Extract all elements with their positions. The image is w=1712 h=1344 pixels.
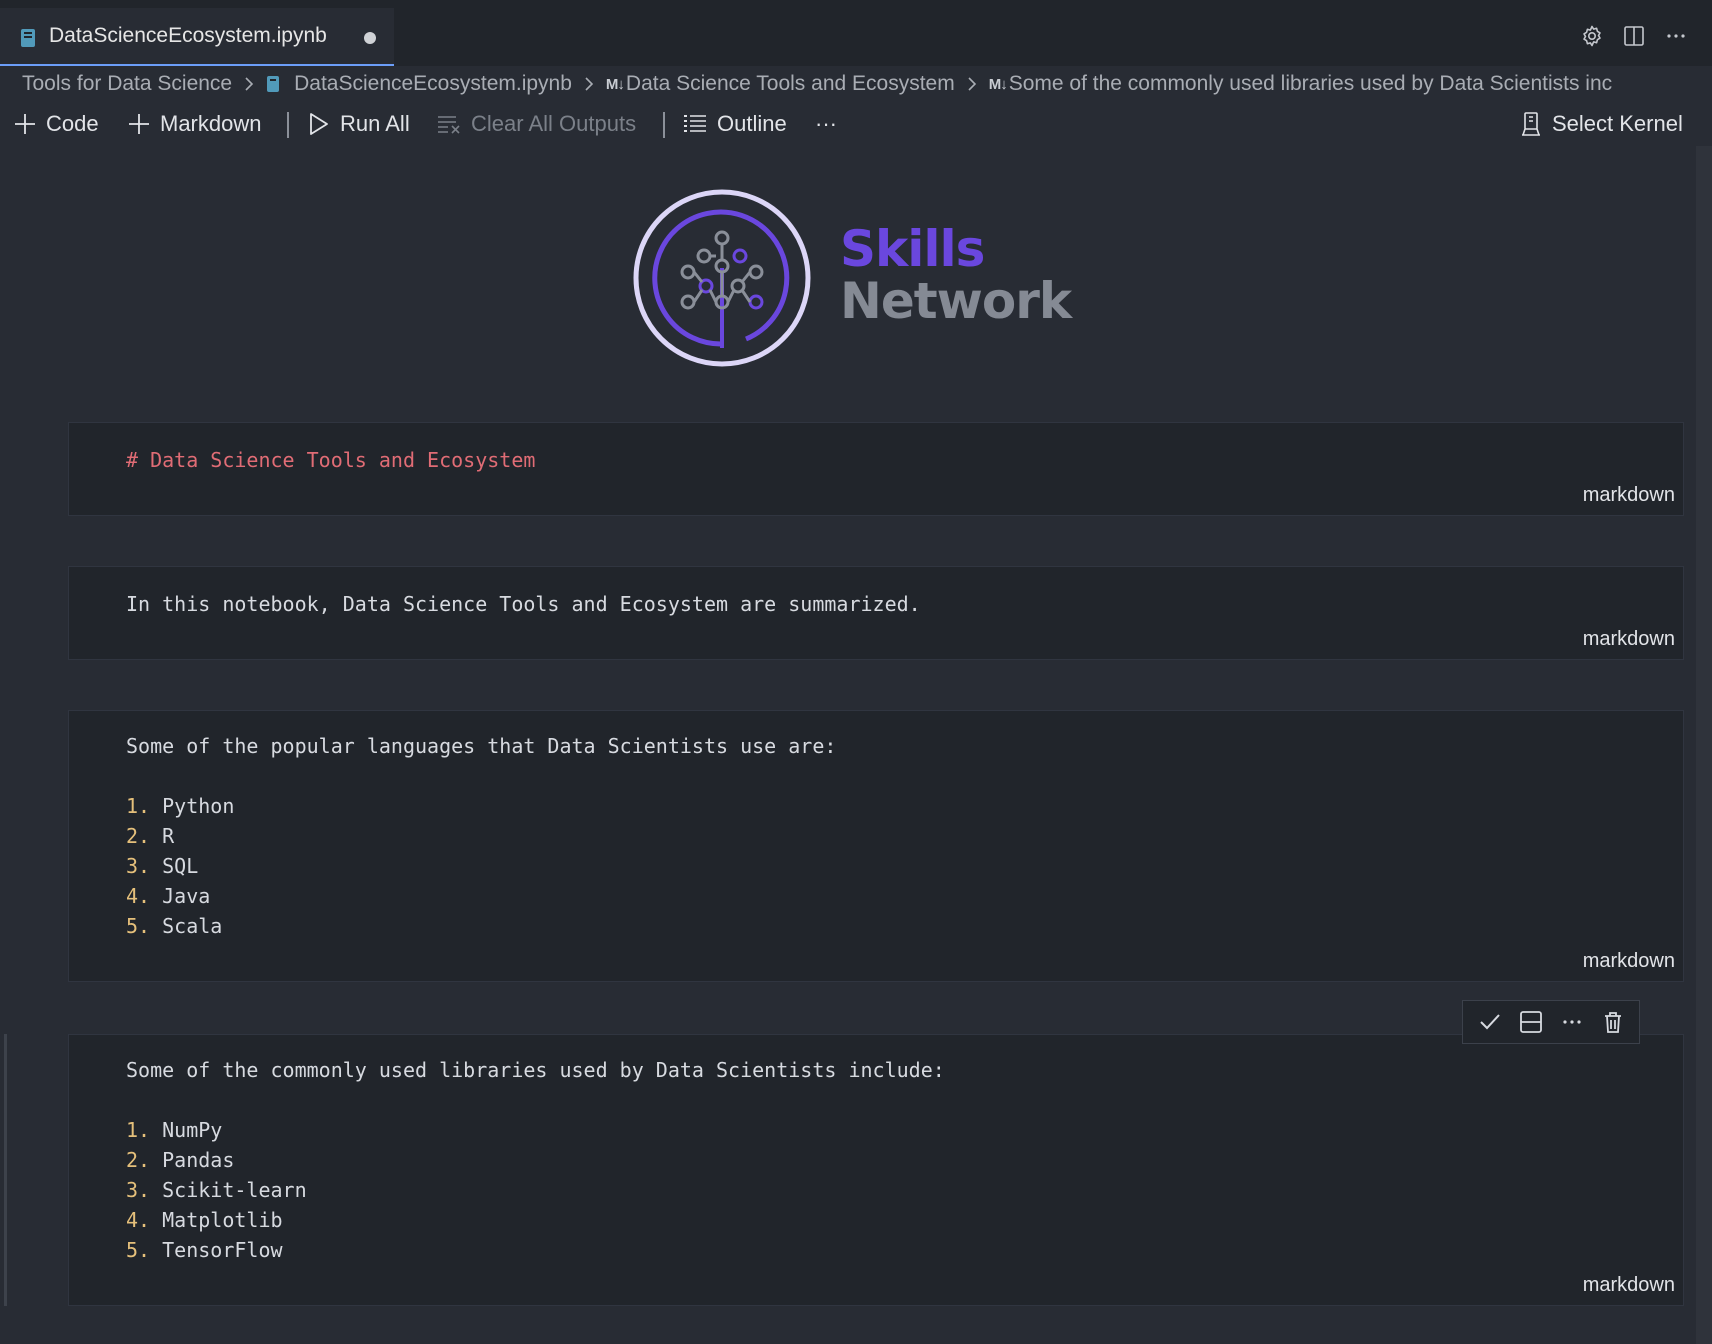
clear-all-outputs-button[interactable]: Clear All Outputs	[437, 104, 636, 144]
more-icon[interactable]	[1560, 1010, 1584, 1034]
cell-source[interactable]: Some of the commonly used libraries used…	[126, 1055, 945, 1265]
outline-label: Outline	[717, 111, 787, 136]
run-all-button[interactable]: Run All	[308, 104, 410, 144]
gear-icon[interactable]	[1580, 24, 1604, 48]
list-item: 2. R	[126, 824, 175, 848]
breadcrumb-section-1[interactable]: M↓ Data Science Tools and Ecosystem	[606, 72, 955, 96]
logo-word-network: Network	[840, 272, 1072, 330]
cell-source[interactable]: In this notebook, Data Science Tools and…	[126, 589, 921, 619]
cell-language-label[interactable]: markdown	[1583, 484, 1675, 507]
split-editor-icon[interactable]	[1622, 24, 1646, 48]
toolbar-more-button[interactable]: ···	[815, 104, 837, 144]
cell-language-label[interactable]: markdown	[1583, 1274, 1675, 1297]
list-item: 1. Python	[126, 794, 235, 818]
markdown-text: Some of the popular languages that Data …	[126, 734, 837, 758]
more-actions-icon[interactable]	[1664, 24, 1688, 48]
cell-language-label[interactable]: markdown	[1583, 628, 1675, 651]
breadcrumb-section-2[interactable]: M↓ Some of the commonly used libraries u…	[989, 72, 1612, 96]
active-cell-indicator	[4, 1034, 7, 1306]
cell-language-label[interactable]: markdown	[1583, 950, 1675, 973]
list-item: 2. Pandas	[126, 1148, 235, 1172]
markdown-icon: M↓	[988, 75, 1008, 93]
cell-source[interactable]: Some of the popular languages that Data …	[126, 731, 836, 941]
logo-word-skills: Skills	[840, 220, 985, 278]
notebook-scrollbar[interactable]	[1696, 146, 1712, 1344]
chevron-right-icon	[585, 77, 594, 91]
add-markdown-label: Markdown	[160, 111, 262, 136]
skills-network-tree-icon	[633, 189, 811, 367]
add-code-cell-button[interactable]: Code	[14, 104, 99, 144]
run-all-label: Run All	[340, 111, 410, 136]
add-markdown-cell-button[interactable]: Markdown	[128, 104, 261, 144]
list-item: 4. Matplotlib	[126, 1208, 283, 1232]
trash-icon[interactable]	[1601, 1010, 1625, 1034]
cell-toolbar	[1462, 1000, 1640, 1044]
clear-all-icon	[438, 116, 460, 134]
list-item: 5. Scala	[126, 914, 223, 938]
outline-button[interactable]: Outline	[683, 104, 787, 144]
markdown-cell[interactable]: Some of the popular languages that Data …	[68, 710, 1684, 982]
markdown-cell-active[interactable]: Some of the commonly used libraries used…	[68, 1034, 1684, 1306]
notebook-toolbar: Code Markdown Run All Clear All Outputs …	[0, 104, 1712, 144]
breadcrumb: Tools for Data Science DataScienceEcosys…	[22, 70, 1712, 98]
notebook-tab[interactable]: DataScienceEcosystem.ipynb	[0, 8, 394, 66]
breadcrumb-file[interactable]: DataScienceEcosystem.ipynb	[266, 72, 572, 96]
toolbar-divider	[287, 112, 289, 138]
notebook-file-icon	[267, 76, 280, 92]
markdown-cell[interactable]: In this notebook, Data Science Tools and…	[68, 566, 1684, 660]
markdown-cell[interactable]: # Data Science Tools and Ecosystem markd…	[68, 422, 1684, 516]
kernel-icon	[1522, 112, 1540, 136]
play-icon	[310, 113, 328, 135]
list-item: 1. NumPy	[126, 1118, 223, 1142]
list-item: 3. Scikit-learn	[126, 1178, 307, 1202]
list-icon	[684, 115, 706, 132]
breadcrumb-folder[interactable]: Tools for Data Science	[22, 72, 232, 96]
markdown-text: In this notebook, Data Science Tools and…	[126, 592, 921, 616]
check-icon[interactable]	[1478, 1010, 1502, 1034]
markdown-icon: M↓	[605, 75, 625, 93]
more-icon: ···	[815, 111, 837, 136]
list-item: 3. SQL	[126, 854, 199, 878]
editor-actions	[1580, 20, 1688, 52]
markdown-text: Some of the commonly used libraries used…	[126, 1058, 945, 1082]
select-kernel-label: Select Kernel	[1552, 111, 1683, 136]
add-code-label: Code	[46, 111, 99, 136]
cell-source[interactable]: # Data Science Tools and Ecosystem	[126, 445, 535, 475]
breadcrumb-file-label: DataScienceEcosystem.ipynb	[294, 72, 572, 95]
chevron-right-icon	[968, 77, 976, 91]
breadcrumb-section-2-label: Some of the commonly used libraries used…	[1008, 72, 1613, 95]
plus-icon	[129, 114, 149, 134]
skills-network-logo: Skills Network	[632, 188, 1072, 368]
breadcrumb-section-1-label: Data Science Tools and Ecosystem	[625, 72, 955, 95]
select-kernel-button[interactable]: Select Kernel	[1520, 104, 1683, 144]
plus-icon	[15, 114, 35, 134]
editor-tab-bar: DataScienceEcosystem.ipynb	[0, 0, 1712, 66]
list-item: 4. Java	[126, 884, 211, 908]
markdown-heading: # Data Science Tools and Ecosystem	[126, 448, 536, 472]
toolbar-divider	[663, 112, 665, 138]
split-cell-icon[interactable]	[1519, 1010, 1543, 1034]
list-item: 5. TensorFlow	[126, 1238, 283, 1262]
clear-all-outputs-label: Clear All Outputs	[471, 111, 637, 136]
unsaved-dot-icon[interactable]	[364, 32, 376, 44]
notebook-file-icon	[21, 29, 35, 47]
chevron-right-icon	[245, 77, 254, 91]
tab-title: DataScienceEcosystem.ipynb	[49, 24, 327, 47]
